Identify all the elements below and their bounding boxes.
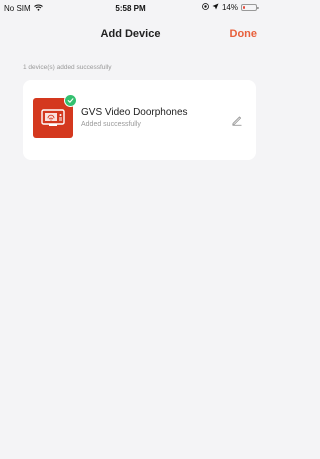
- navigation-arrow-icon: [212, 3, 219, 12]
- pencil-icon[interactable]: [231, 113, 243, 126]
- status-right: 14%: [202, 3, 259, 12]
- battery-level-fill: [243, 6, 245, 9]
- battery-percent: 14%: [221, 3, 238, 12]
- device-icon-wrapper: [33, 94, 77, 138]
- device-card[interactable]: GVS Video Doorphones Added successfully: [23, 80, 256, 160]
- done-button[interactable]: Done: [230, 28, 258, 40]
- device-status: Added successfully: [81, 121, 141, 128]
- battery-icon: [241, 4, 259, 11]
- device-name: GVS Video Doorphones: [81, 107, 188, 118]
- added-summary-text: 1 device(s) added successfully: [23, 64, 112, 71]
- page-title: Add Device: [100, 28, 161, 40]
- location-icon: [202, 3, 209, 12]
- check-icon: [64, 94, 77, 107]
- status-bar: No SIM 5:58 PM 14%: [0, 0, 261, 16]
- navigation-bar: Add Device Done: [0, 22, 261, 46]
